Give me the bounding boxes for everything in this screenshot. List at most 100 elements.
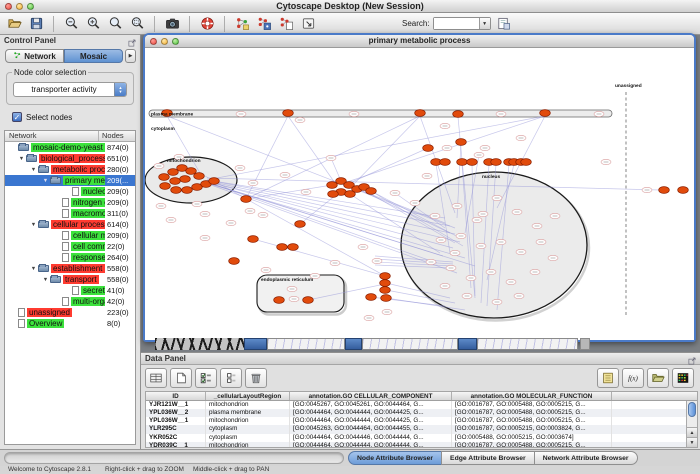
network-node-selected[interactable]: [423, 145, 434, 152]
tree-item-cell-communicat[interactable]: cell communicat22(0): [5, 241, 135, 252]
attribute-grid-button[interactable]: [145, 368, 167, 388]
network-node-selected[interactable]: [160, 183, 171, 190]
import-attributes-button[interactable]: [647, 368, 669, 388]
network-window-titlebar[interactable]: primary metabolic process: [145, 35, 694, 48]
tree-item-macromolecule[interactable]: macromolecule311(0): [5, 208, 135, 219]
attribute-notes-button[interactable]: [597, 368, 619, 388]
cell-cellular-component[interactable]: [GO:0044464, GO:0044444, GO:0044425, G..…: [290, 409, 452, 417]
tab-network[interactable]: Network: [5, 49, 64, 63]
table-row[interactable]: YPL036W__1mitochondrion[GO:0044464, GO:0…: [146, 417, 686, 425]
network-node-selected[interactable]: [366, 188, 377, 195]
scroll-up-icon[interactable]: ▲: [687, 427, 697, 437]
tree-item-mosaic-demo-yeast[interactable]: mosaic-demo-yeast874(0): [5, 142, 135, 153]
network-node-selected[interactable]: [678, 187, 689, 194]
network-node-selected[interactable]: [171, 187, 182, 194]
table-row[interactable]: YKR052Ccytoplasm[GO:0044464, GO:0044446,…: [146, 434, 686, 442]
tab-node-attribute-browser[interactable]: Node Attribute Browser: [348, 451, 442, 465]
expander-icon[interactable]: ▼: [41, 178, 50, 184]
cell-cellular-component[interactable]: [GO:0044464, GO:0044446, GO:0044444, G..…: [290, 434, 452, 442]
network-node-selected[interactable]: [241, 196, 252, 203]
network-node-selected[interactable]: [229, 258, 240, 265]
expander-icon[interactable]: ▼: [17, 156, 26, 162]
attribute-matrix-button[interactable]: [672, 368, 694, 388]
search-input[interactable]: [434, 18, 479, 29]
cell-id[interactable]: YKR052C: [146, 434, 206, 442]
background-window-fragment[interactable]: [155, 338, 255, 350]
network-node-selected[interactable]: [277, 244, 288, 251]
tree-item-overview[interactable]: Overview8(0): [5, 318, 135, 329]
column-header-cellularlayoutregion[interactable]: _cellularLayoutRegion: [206, 392, 290, 400]
help-lifering-button[interactable]: [197, 14, 217, 33]
expander-icon[interactable]: ▼: [29, 167, 38, 173]
background-window-fragment[interactable]: [345, 338, 362, 350]
vizmapper-button[interactable]: [232, 14, 252, 33]
network-node-selected[interactable]: [186, 168, 197, 175]
tree-item-secretion[interactable]: secretion41(0): [5, 285, 135, 296]
network-node-selected[interactable]: [456, 139, 467, 146]
cell-molecular-function[interactable]: [GO:0016787, GO:0005488, GO:0005215, G..…: [452, 417, 612, 425]
network-view-window[interactable]: primary metabolic process plasma membran…: [143, 33, 696, 342]
select-attributes-button[interactable]: [195, 368, 217, 388]
search-config-button[interactable]: [494, 14, 514, 33]
open-file-button[interactable]: [4, 14, 24, 33]
expander-icon[interactable]: ▼: [29, 266, 38, 272]
network-node-selected[interactable]: [288, 244, 299, 251]
cell-molecular-function[interactable]: [GO:0016787, GO:0005488, GO:0005215, G..…: [452, 442, 612, 447]
network-node-selected[interactable]: [491, 159, 502, 166]
cell-id[interactable]: YDR039C__1: [146, 442, 206, 447]
network-node-selected[interactable]: [159, 174, 170, 181]
annotation-button[interactable]: [298, 14, 318, 33]
tree-item-cellular-metabo[interactable]: cellular metabo209(0): [5, 230, 135, 241]
new-attribute-button[interactable]: [170, 368, 192, 388]
cell-cellular-component[interactable]: [GO:0045267, GO:0045261, GO:0044464, G..…: [290, 401, 452, 409]
unselect-attributes-button[interactable]: [220, 368, 242, 388]
cell-cellular-component[interactable]: [GO:0044464, GO:0044444, GO:0044425, G..…: [290, 417, 452, 425]
cell-molecular-function[interactable]: [GO:0005488, GO:0005215, GO:0003674]: [452, 434, 612, 442]
network-node-selected[interactable]: [170, 178, 181, 185]
cell-region[interactable]: cytoplasm: [206, 425, 290, 433]
cell-region[interactable]: mitochondrion: [206, 401, 290, 409]
tree-item-transport[interactable]: ▼transport558(0): [5, 274, 135, 285]
cell-molecular-function[interactable]: [GO:0016787, GO:0005215, GO:0003824, G..…: [452, 425, 612, 433]
cell-id[interactable]: YPL036W__2: [146, 409, 206, 417]
tree-item-biological-process[interactable]: ▼biological_process651(0): [5, 153, 135, 164]
expander-icon[interactable]: ▼: [29, 222, 38, 228]
cell-molecular-function[interactable]: [GO:0016787, GO:0005488, GO:0005215, G..…: [452, 409, 612, 417]
expander-icon[interactable]: ▼: [41, 277, 50, 283]
network-node-selected[interactable]: [381, 295, 392, 302]
network-merge-button[interactable]: [254, 14, 274, 33]
tree-column-nodes[interactable]: Nodes: [99, 131, 135, 141]
cell-region[interactable]: mitochondrion: [206, 417, 290, 425]
background-window-fragment[interactable]: [477, 338, 578, 350]
network-node-selected[interactable]: [303, 297, 314, 304]
network-node-selected[interactable]: [440, 159, 451, 166]
column-header-id[interactable]: ID: [146, 392, 206, 400]
cell-region[interactable]: cytoplasm: [206, 434, 290, 442]
cell-id[interactable]: YLR295C: [146, 425, 206, 433]
network-node-selected[interactable]: [248, 236, 259, 243]
cell-region[interactable]: plasma membrane: [206, 409, 290, 417]
tree-item-metabolic-process[interactable]: ▼metabolic process280(0): [5, 164, 135, 175]
network-node-selected[interactable]: [380, 273, 391, 280]
network-node-selected[interactable]: [453, 111, 464, 118]
tab-edge-attribute-browser[interactable]: Edge Attribute Browser: [441, 451, 535, 465]
network-view-button[interactable]: [276, 14, 296, 33]
network-node-selected[interactable]: [380, 287, 391, 294]
table-row[interactable]: YJR121W__1mitochondrion[GO:0045267, GO:0…: [146, 401, 686, 409]
cell-region[interactable]: mitochondrion: [206, 442, 290, 447]
table-row[interactable]: YDR039C__1mitochondrion[GO:0044464, GO:0…: [146, 442, 686, 447]
float-panel-icon[interactable]: [126, 36, 137, 47]
background-window-fragment[interactable]: [244, 338, 267, 350]
table-row[interactable]: YLR295Ccytoplasm[GO:0045263, GO:0044464,…: [146, 425, 686, 433]
zoom-in-button[interactable]: [83, 14, 103, 33]
table-row[interactable]: YPL036W__2plasma membrane[GO:0044464, GO…: [146, 409, 686, 417]
cell-molecular-function[interactable]: [GO:0016787, GO:0005488, GO:0005215, G..…: [452, 401, 612, 409]
tree-item-cellular-process[interactable]: ▼cellular process614(0): [5, 219, 135, 230]
tab-mosaic[interactable]: Mosaic: [64, 49, 123, 63]
network-node-selected[interactable]: [366, 294, 377, 301]
app-titlebar[interactable]: Cytoscape Desktop (New Session): [0, 0, 700, 13]
cell-id[interactable]: YJR121W__1: [146, 401, 206, 409]
node-color-dropdown[interactable]: transporter activity ▲▼: [13, 82, 127, 97]
delete-attribute-button[interactable]: [245, 368, 267, 388]
tree-column-network[interactable]: Network: [5, 131, 99, 141]
